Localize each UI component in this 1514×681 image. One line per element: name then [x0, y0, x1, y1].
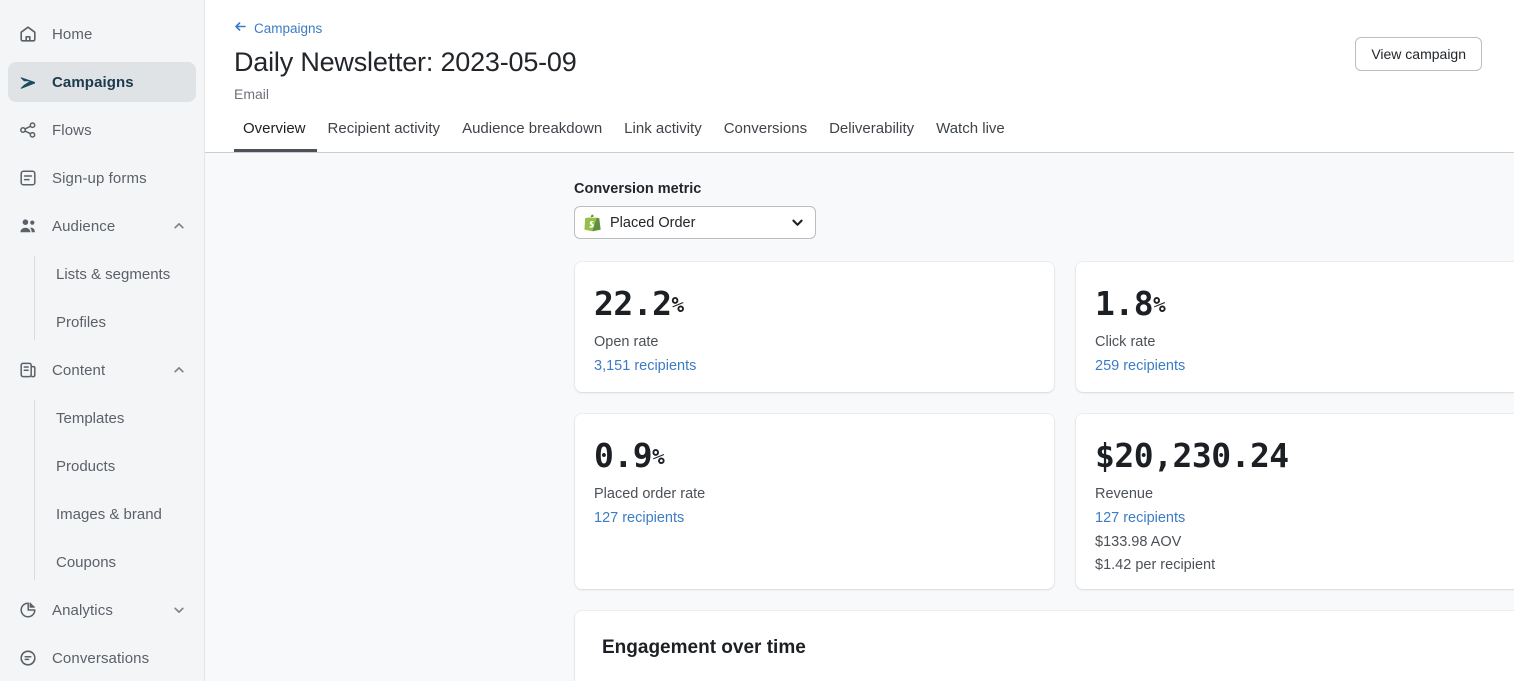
page-title: Daily Newsletter: 2023-05-09: [234, 47, 1482, 78]
share-nodes-icon: [18, 120, 38, 140]
metric-value: 0.9%: [594, 439, 1034, 472]
breadcrumb-label: Campaigns: [254, 21, 322, 36]
sidebar-item-images-brand[interactable]: Images & brand: [8, 494, 196, 534]
overview-panel: Conversion metric Placed Order: [205, 153, 1514, 681]
metric-value: 1.8%: [1095, 287, 1514, 320]
metric-value: 22.2%: [594, 287, 1034, 320]
sidebar-subnav-content: Templates Products Images & brand Coupon…: [0, 398, 204, 582]
shopify-bag-icon: [584, 214, 601, 232]
tab-deliverability[interactable]: Deliverability: [818, 120, 925, 152]
recipients-link[interactable]: 259 recipients: [1095, 358, 1185, 374]
tab-conversions[interactable]: Conversions: [713, 120, 818, 152]
sidebar-item-audience[interactable]: Audience: [8, 206, 196, 246]
content-icon: [18, 360, 38, 380]
view-campaign-button[interactable]: View campaign: [1355, 37, 1482, 71]
sidebar-item-label: Home: [52, 26, 186, 43]
metric-label: Placed order rate: [594, 486, 1034, 502]
sidebar-item-sign-up-forms[interactable]: Sign-up forms: [8, 158, 196, 198]
tab-watch-live[interactable]: Watch live: [925, 120, 1016, 152]
sidebar-item-label: Content: [52, 362, 172, 379]
sidebar-item-products[interactable]: Products: [8, 446, 196, 486]
recipients-link[interactable]: 127 recipients: [1095, 510, 1185, 526]
sidebar-item-label: Sign-up forms: [52, 170, 186, 187]
metric-card-grid: 22.2% Open rate 3,151 recipients 1.8% Cl…: [575, 262, 1514, 589]
tab-audience-breakdown[interactable]: Audience breakdown: [451, 120, 613, 152]
chevron-down-icon: [172, 603, 186, 617]
breadcrumb[interactable]: Campaigns: [234, 20, 322, 36]
sidebar-item-label: Conversations: [52, 650, 186, 667]
metric-label: Click rate: [1095, 334, 1514, 350]
percent-symbol: %: [652, 445, 664, 469]
tab-recipient-activity[interactable]: Recipient activity: [317, 120, 452, 152]
app-root: Home Campaigns Flows: [0, 0, 1514, 681]
sidebar-sub-label: Images & brand: [56, 506, 162, 523]
tab-bar: Overview Recipient activity Audience bre…: [234, 120, 1016, 152]
sidebar-item-lists-segments[interactable]: Lists & segments: [8, 254, 196, 294]
main-content: Campaigns Daily Newsletter: 2023-05-09 E…: [205, 0, 1514, 681]
metric-card-click-rate: 1.8% Click rate 259 recipients: [1076, 262, 1514, 392]
metric-note-per-recipient: $1.42 per recipient: [1095, 557, 1514, 573]
percent-symbol: %: [1153, 293, 1165, 317]
sidebar-item-label: Audience: [52, 218, 172, 235]
chat-bubble-icon: [18, 648, 38, 668]
pie-chart-icon: [18, 600, 38, 620]
sidebar-item-analytics[interactable]: Analytics: [8, 590, 196, 630]
sidebar-item-coupons[interactable]: Coupons: [8, 542, 196, 582]
home-icon: [18, 24, 38, 44]
sidebar-item-label: Flows: [52, 122, 186, 139]
chevron-up-icon: [172, 219, 186, 233]
metric-card-placed-order-rate: 0.9% Placed order rate 127 recipients: [575, 414, 1054, 589]
engagement-over-time-panel: Engagement over time: [575, 611, 1514, 681]
sidebar-sub-label: Products: [56, 458, 115, 475]
sidebar-sub-label: Coupons: [56, 554, 116, 571]
sidebar-item-label: Campaigns: [52, 74, 186, 91]
sidebar-item-conversations[interactable]: Conversations: [8, 638, 196, 678]
conversion-metric-value: Placed Order: [610, 215, 790, 231]
tab-link-activity[interactable]: Link activity: [613, 120, 713, 152]
people-icon: [18, 216, 38, 236]
metric-card-revenue: $20,230.24 Revenue 127 recipients $133.9…: [1076, 414, 1514, 589]
page-header: Campaigns Daily Newsletter: 2023-05-09 E…: [205, 0, 1514, 153]
chevron-down-icon: [790, 215, 805, 230]
paper-plane-icon: [18, 72, 38, 92]
sidebar-item-home[interactable]: Home: [8, 14, 196, 54]
recipients-link[interactable]: 127 recipients: [594, 510, 684, 526]
recipients-link[interactable]: 3,151 recipients: [594, 358, 696, 374]
form-icon: [18, 168, 38, 188]
metric-label: Revenue: [1095, 486, 1514, 502]
metric-label: Open rate: [594, 334, 1034, 350]
engagement-panel-title: Engagement over time: [602, 637, 1514, 659]
sidebar-sub-label: Profiles: [56, 314, 106, 331]
sidebar-item-profiles[interactable]: Profiles: [8, 302, 196, 342]
chevron-up-icon: [172, 363, 186, 377]
tab-overview[interactable]: Overview: [234, 120, 317, 152]
sidebar-subnav-audience: Lists & segments Profiles: [0, 254, 204, 342]
arrow-left-icon: [234, 20, 247, 36]
page-subtitle: Email: [234, 86, 1482, 102]
sidebar-item-content[interactable]: Content: [8, 350, 196, 390]
metric-value: $20,230.24: [1095, 439, 1514, 472]
sidebar-sub-label: Lists & segments: [56, 266, 170, 283]
sidebar: Home Campaigns Flows: [0, 0, 205, 681]
conversion-metric-label: Conversion metric: [574, 181, 1514, 197]
percent-symbol: %: [671, 293, 683, 317]
sidebar-item-campaigns[interactable]: Campaigns: [8, 62, 196, 102]
sidebar-sub-label: Templates: [56, 410, 124, 427]
sidebar-item-flows[interactable]: Flows: [8, 110, 196, 150]
conversion-metric-group: Conversion metric Placed Order: [574, 181, 1514, 239]
sidebar-item-templates[interactable]: Templates: [8, 398, 196, 438]
conversion-metric-select[interactable]: Placed Order: [574, 206, 816, 239]
metric-card-open-rate: 22.2% Open rate 3,151 recipients: [575, 262, 1054, 392]
metric-note-aov: $133.98 AOV: [1095, 534, 1514, 550]
sidebar-item-label: Analytics: [52, 602, 172, 619]
